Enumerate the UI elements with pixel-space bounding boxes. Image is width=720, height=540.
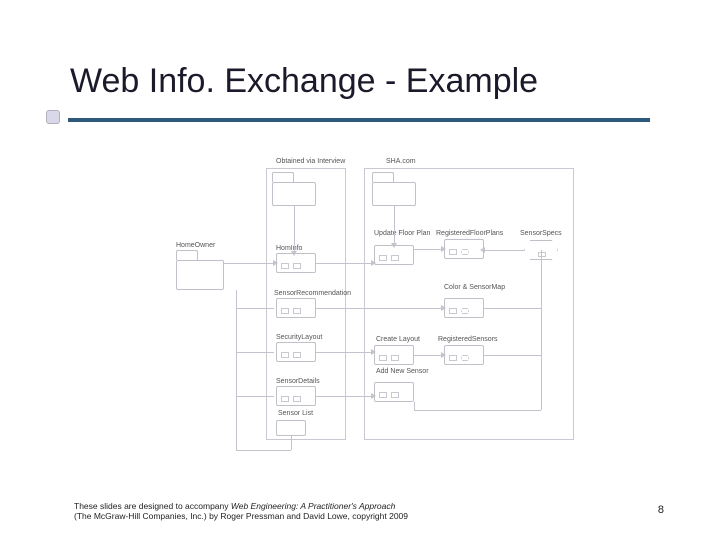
- line-reco-color: [316, 308, 442, 309]
- create-layout-box: [374, 345, 414, 365]
- footer-line1b: Web Engineering: A Practitioner's Approa…: [231, 501, 395, 511]
- line-sec-create: [316, 352, 372, 353]
- line-add-v: [414, 402, 415, 410]
- update-fp-box: [374, 245, 414, 265]
- reg-floor-plans-box: [444, 239, 484, 259]
- line-hom-update: [316, 263, 372, 264]
- sha-tab: [372, 172, 394, 182]
- hominfo-label: HomInfo: [276, 245, 302, 252]
- homeowner-label: HomeOwner: [176, 242, 215, 249]
- line-specs-v: [541, 250, 542, 410]
- add-sensor-label: Add New Sensor: [376, 368, 429, 375]
- title-rule: [68, 118, 650, 122]
- footer-line2: (The McGraw-Hill Companies, Inc.) by Rog…: [74, 511, 408, 521]
- interview-actor-box: [272, 182, 316, 206]
- homeowner-tab: [176, 250, 198, 260]
- sensor-reco-label: SensorRecommendation: [274, 290, 351, 297]
- line-ho-hom: [224, 263, 274, 264]
- line-list-v: [291, 436, 292, 450]
- decorative-bullet: [46, 110, 60, 124]
- obtained-label: Obtained via Interview: [276, 158, 345, 165]
- create-layout-label: Create Layout: [376, 336, 420, 343]
- footer-line1a: These slides are designed to accompany: [74, 501, 231, 511]
- page-title: Web Info. Exchange - Example: [70, 62, 538, 101]
- reg-floor-plans-label: RegisteredFloorPlans: [436, 230, 503, 237]
- line-specs-regsens: [484, 355, 541, 356]
- security-layout-label: SecurityLayout: [276, 334, 322, 341]
- color-sensor-box: [444, 298, 484, 318]
- color-sensor-label: Color & SensorMap: [444, 284, 505, 291]
- interview-tab: [272, 172, 294, 182]
- sensor-details-label: SensorDetails: [276, 378, 320, 385]
- page-number: 8: [658, 504, 664, 516]
- security-layout-box: [276, 342, 316, 362]
- sensor-specs-label: SensorSpecs: [520, 230, 562, 237]
- hominfo-box: [276, 253, 316, 273]
- sha-actor-box: [372, 182, 416, 206]
- sensor-details-box: [276, 386, 316, 406]
- sensor-list-box: [276, 420, 306, 436]
- line-update-regfp: [414, 249, 442, 250]
- line-ho-sec: [236, 352, 274, 353]
- line-specs-regfp: [484, 250, 524, 251]
- add-sensor-box: [374, 382, 414, 402]
- homeowner-box: [176, 260, 224, 290]
- line-det-add: [316, 396, 372, 397]
- line-ho-det: [236, 396, 274, 397]
- sensor-reco-box: [276, 298, 316, 318]
- line-ho-list-h: [236, 450, 291, 451]
- sensor-list-label: Sensor List: [278, 410, 313, 417]
- line-int-hom: [294, 206, 295, 252]
- line-ho-v: [236, 290, 237, 450]
- line-ho-reco: [236, 308, 274, 309]
- line-add-specs: [414, 410, 541, 411]
- line-create-regsens: [414, 355, 442, 356]
- sha-label: SHA.com: [386, 158, 416, 165]
- reg-sensors-box: [444, 345, 484, 365]
- info-exchange-diagram: Obtained via Interview SHA.com HomeOwner…: [176, 150, 586, 460]
- reg-sensors-label: RegisteredSensors: [438, 336, 498, 343]
- line-sha-update: [394, 206, 395, 244]
- line-specs-color: [484, 308, 541, 309]
- footer-credit: These slides are designed to accompany W…: [74, 501, 408, 522]
- update-fp-label: Update Floor Plan: [374, 230, 430, 237]
